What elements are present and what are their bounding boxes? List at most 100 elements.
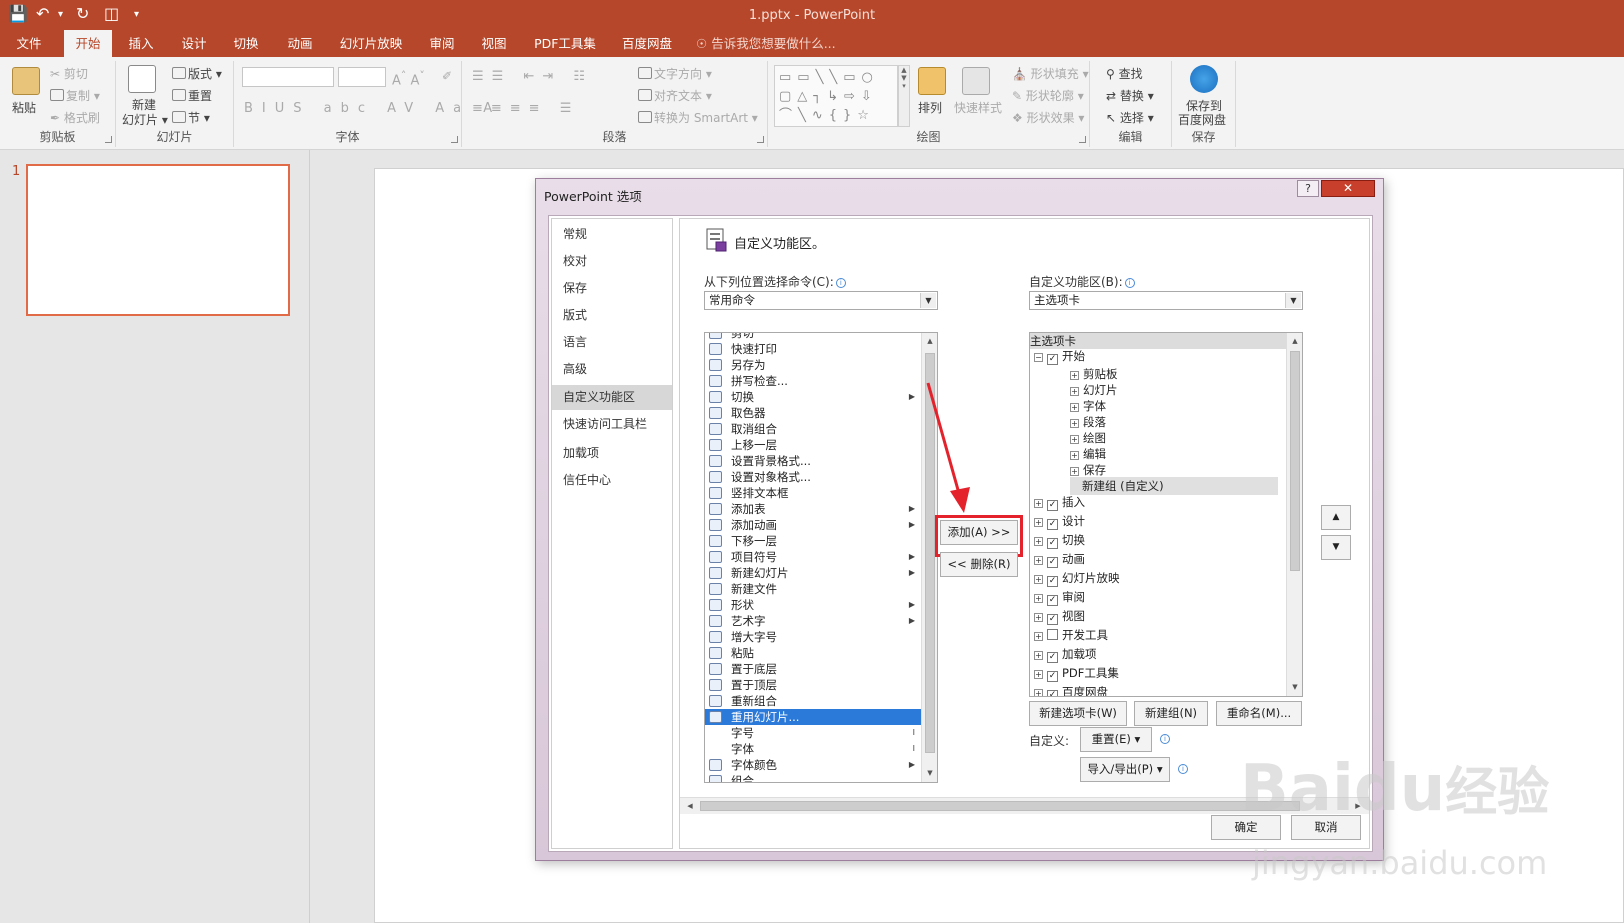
list-item[interactable]: 粘贴 [705,645,921,661]
scroll-thumb[interactable] [1290,351,1300,571]
import-export-button[interactable]: 导入/导出(P) ▾ [1080,757,1170,782]
tree-node-tab[interactable]: + ✓ 切换 [1034,531,1085,549]
shapes-gallery[interactable]: ▭▭╲╲▭○ ▢△┐↳⇨⇩ ⌒╲∿{}☆ [774,65,898,127]
new-slide-label-2[interactable]: 幻灯片 ▾ [122,111,168,128]
new-tab-button[interactable]: 新建选项卡(W) [1029,701,1127,726]
tree-node-tab[interactable]: + 开发工具 [1034,626,1108,644]
expand-icon[interactable]: + [1034,632,1043,641]
list-item[interactable]: 字体颜色 ▶ [705,757,921,773]
remove-button[interactable]: << 删除(R) [940,552,1018,577]
choose-commands-dropdown[interactable]: 常用命令 ▼ [704,291,938,310]
expand-icon[interactable]: + [1034,499,1043,508]
checkbox-checked[interactable]: ✓ [1047,576,1058,587]
tab-design[interactable]: 设计 [170,30,218,57]
shapes-gallery-scroll[interactable]: ▲ ▼ ▾ [898,65,910,127]
quick-styles-button[interactable]: 快速样式 [954,99,1002,116]
arrange-button[interactable]: 排列 [918,99,942,116]
list-item[interactable]: 添加动画 ▶ [705,517,921,533]
list-item[interactable]: 增大字号 [705,629,921,645]
checkbox-checked[interactable]: ✓ [1047,354,1058,365]
nav-customize-ribbon[interactable]: 自定义功能区 [552,385,672,410]
expand-icon[interactable]: + [1034,613,1043,622]
tab-insert[interactable]: 插入 [118,30,164,57]
expand-icon[interactable]: + [1034,689,1043,696]
tree-node-tab[interactable]: + ✓ 审阅 [1034,588,1085,606]
expand-icon[interactable]: + [1034,537,1043,546]
cancel-button[interactable]: 取消 [1291,815,1361,840]
list-item[interactable]: 上移一层 [705,437,921,453]
collapse-icon[interactable]: − [1034,353,1043,362]
expand-icon[interactable]: + [1034,518,1043,527]
list-item[interactable]: 艺术字 ▶ [705,613,921,629]
tab-view[interactable]: 视图 [470,30,518,57]
list-item[interactable]: 另存为 [705,357,921,373]
tab-pdf-tools[interactable]: PDF工具集 [528,30,602,57]
paste-button[interactable]: 粘贴 [12,99,36,116]
list-item[interactable]: 置于顶层 [705,677,921,693]
help-button[interactable]: ? [1297,180,1319,197]
list-item-selected[interactable]: 重用幻灯片... [705,709,921,725]
expand-icon[interactable]: + [1034,556,1043,565]
expand-icon[interactable]: + [1070,403,1079,412]
tree-node-tab[interactable]: + ✓ 幻灯片放映 [1034,569,1120,587]
font-size-input[interactable] [338,67,386,87]
copy-button[interactable]: 复制 ▾ [50,87,100,104]
checkbox-checked[interactable]: ✓ [1047,595,1058,606]
nav-save[interactable]: 保存 [552,276,672,301]
list-item[interactable]: 设置对象格式... [705,469,921,485]
expand-icon[interactable]: + [1070,371,1079,380]
list-item[interactable]: 置于底层 [705,661,921,677]
align-text-button[interactable]: 对齐文本 ▾ [638,87,712,104]
tab-home[interactable]: 开始 [64,30,112,57]
tree-node-tab[interactable]: + ✓ 百度网盘 [1034,683,1108,696]
baidu-pan-label[interactable]: 百度网盘 [1178,111,1226,128]
checkbox-checked[interactable]: ✓ [1047,690,1058,696]
rename-button[interactable]: 重命名(M)... [1216,701,1302,726]
add-button[interactable]: 添加(A) >> [940,520,1018,545]
grow-font-icon[interactable]: A˄ A˅ [392,69,425,88]
tab-animations[interactable]: 动画 [276,30,324,57]
list-item[interactable]: 切换 ▶ [705,389,921,405]
tree-node-tab[interactable]: + ✓ 加载项 [1034,645,1097,663]
close-button[interactable]: ✕ [1321,180,1375,197]
checkbox-unchecked[interactable] [1047,629,1058,640]
list-item[interactable]: 新建幻灯片 ▶ [705,565,921,581]
expand-icon[interactable]: + [1070,467,1079,476]
expand-icon[interactable]: + [1034,651,1043,660]
expand-icon[interactable]: + [1034,670,1043,679]
arrange-icon[interactable] [918,67,946,95]
scroll-up-icon[interactable]: ▲ [922,333,937,349]
checkbox-checked[interactable]: ✓ [1047,519,1058,530]
list-item[interactable]: 下移一层 [705,533,921,549]
drawing-launcher-icon[interactable] [1079,136,1086,143]
scroll-left-icon[interactable]: ◀ [682,798,698,814]
list-item[interactable]: 取色器 [705,405,921,421]
customize-ribbon-dropdown[interactable]: 主选项卡 ▼ [1029,291,1303,310]
text-direction-button[interactable]: 文字方向 ▾ [638,65,712,82]
list-item[interactable]: 重新组合 [705,693,921,709]
tree-scrollbar[interactable]: ▲ ▼ [1286,333,1302,696]
list-item[interactable]: 剪切 [705,333,921,341]
new-group-button[interactable]: 新建组(N) [1134,701,1208,726]
tree-new-group-selected[interactable]: 新建组 (自定义) [1070,477,1278,495]
tree-node-tab[interactable]: + ✓ 设计 [1034,512,1085,530]
commands-list[interactable]: 剪切 快速打印 另存为 拼写检查... 切换 ▶ 取色器 取消组合 上移一层 设置… [704,332,938,783]
list-item[interactable]: 取消组合 [705,421,921,437]
expand-icon[interactable]: + [1070,435,1079,444]
tell-me-box[interactable]: ☉ 告诉我您想要做什么... [696,30,846,57]
reset-dropdown-button[interactable]: 重置(E) ▾ [1080,727,1152,752]
checkbox-checked[interactable]: ✓ [1047,538,1058,549]
reset-slide-button[interactable]: 重置 [172,87,212,104]
find-button[interactable]: ⚲ 查找 [1106,65,1143,82]
expand-icon[interactable]: + [1034,575,1043,584]
font-launcher-icon[interactable] [451,136,458,143]
checkbox-checked[interactable]: ✓ [1047,557,1058,568]
list-item[interactable]: 字体 I [705,741,921,757]
list-item[interactable]: 形状 ▶ [705,597,921,613]
move-up-button[interactable]: ▲ [1321,505,1351,530]
clipboard-launcher-icon[interactable] [105,136,112,143]
nav-advanced[interactable]: 高级 [552,357,672,382]
paragraph-launcher-icon[interactable] [757,136,764,143]
new-slide-icon[interactable] [128,65,156,93]
list-item[interactable]: 新建文件 [705,581,921,597]
